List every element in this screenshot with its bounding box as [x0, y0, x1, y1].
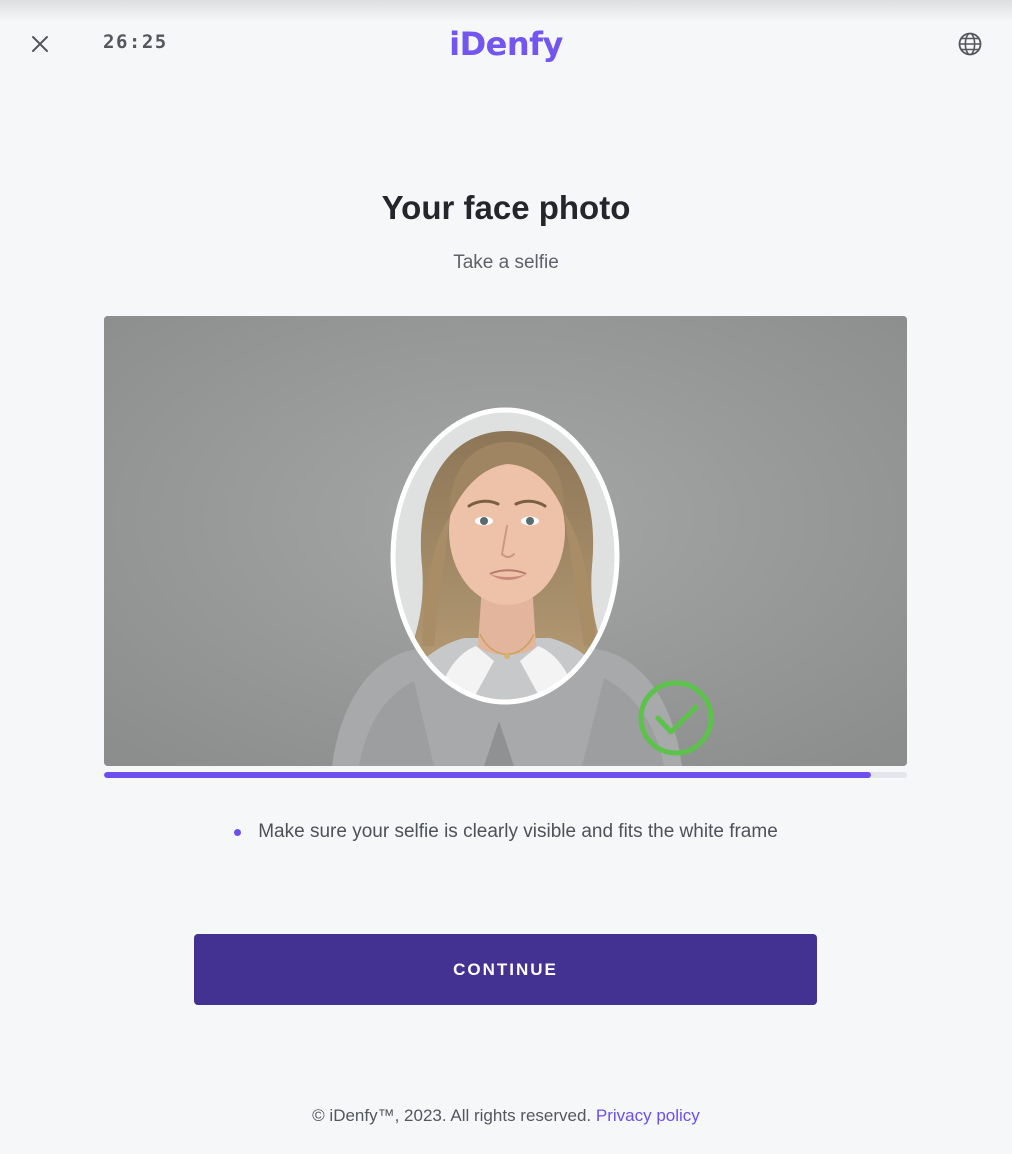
capture-progress-fill	[104, 772, 871, 778]
selfie-preview	[104, 316, 907, 766]
footer: © iDenfy™, 2023. All rights reserved. Pr…	[0, 1104, 1012, 1128]
globe-icon	[958, 32, 982, 56]
language-button[interactable]	[954, 28, 986, 60]
idenfy-logo: iDenfy	[449, 25, 563, 63]
instruction-item: Make sure your selfie is clearly visible…	[234, 818, 778, 846]
instructions-list: Make sure your selfie is clearly visible…	[0, 818, 1012, 846]
privacy-policy-link[interactable]: Privacy policy	[596, 1106, 700, 1125]
bullet-dot	[234, 829, 242, 836]
capture-progress-bar	[104, 772, 907, 778]
copyright-text: © iDenfy™, 2023. All rights reserved.	[312, 1106, 592, 1125]
continue-button[interactable]: CONTINUE	[194, 934, 817, 1005]
top-shadow	[0, 0, 1012, 22]
instruction-text: Make sure your selfie is clearly visible…	[258, 821, 778, 842]
page-title: Your face photo	[381, 189, 631, 226]
page-subtitle: Take a selfie	[453, 252, 559, 273]
